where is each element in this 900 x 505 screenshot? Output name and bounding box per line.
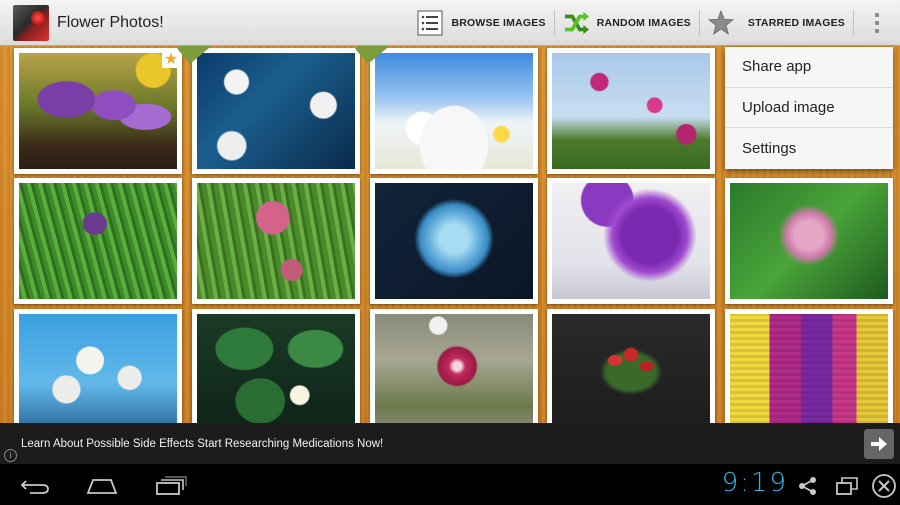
close-icon[interactable]	[871, 473, 897, 503]
clock[interactable]: 9:19	[722, 468, 788, 498]
list-icon	[417, 10, 443, 36]
shuffle-icon	[563, 10, 589, 36]
menu-item-settings[interactable]: Settings	[725, 128, 893, 169]
photo-image	[375, 183, 533, 299]
photo-thumbnail-clover-bloom[interactable]	[725, 178, 893, 304]
menu-item-upload-image[interactable]: Upload image	[725, 88, 893, 128]
photo-image	[375, 314, 533, 423]
starred-images-button[interactable]: STARRED IMAGES	[700, 0, 853, 46]
home-icon[interactable]	[86, 477, 118, 499]
browse-images-button[interactable]: BROWSE IMAGES	[409, 0, 553, 46]
overflow-menu: Share app Upload image Settings	[725, 47, 893, 169]
random-images-label: RANDOM IMAGES	[596, 17, 691, 29]
overflow-dot	[875, 13, 879, 17]
action-bar: Flower Photos! BROWSE IMAGES RANDOM IMAG…	[0, 0, 900, 46]
photo-image	[197, 314, 355, 423]
photo-thumbnail-pink-clover-field[interactable]	[192, 178, 360, 304]
share-icon[interactable]	[798, 476, 818, 500]
action-buttons: BROWSE IMAGES RANDOM IMAGES STARRED IMAG…	[409, 0, 900, 46]
menu-item-share-app[interactable]: Share app	[725, 47, 893, 88]
overflow-dot	[875, 21, 879, 25]
photo-thumbnail-purple-wildflower[interactable]	[14, 178, 182, 304]
random-images-button[interactable]: RANDOM IMAGES	[555, 0, 699, 46]
info-icon[interactable]: i	[4, 449, 17, 462]
photo-image	[19, 53, 177, 169]
photo-thumbnail-dahlia[interactable]	[370, 309, 538, 423]
app-title: Flower Photos!	[57, 13, 164, 31]
ad-text[interactable]: Learn About Possible Side Effects Start …	[21, 438, 383, 450]
overflow-menu-button[interactable]	[854, 0, 900, 46]
back-icon[interactable]	[20, 478, 50, 498]
windows-icon[interactable]	[835, 476, 859, 500]
ad-banner[interactable]: Learn About Possible Side Effects Start …	[0, 423, 900, 464]
arrow-right-icon[interactable]	[864, 429, 894, 459]
app-logo[interactable]	[13, 4, 49, 41]
photo-image	[552, 53, 710, 169]
photo-thumbnail-gladiolus[interactable]	[547, 48, 715, 174]
photo-image	[197, 183, 355, 299]
photo-image	[552, 183, 710, 299]
photo-image	[375, 53, 533, 169]
photo-image	[19, 183, 177, 299]
photo-thumbnail-daisy-blue[interactable]	[177, 46, 360, 174]
star-icon	[707, 9, 734, 36]
photo-image	[197, 53, 355, 169]
photo-image	[730, 314, 888, 423]
system-nav-bar: 9:19	[0, 464, 900, 505]
photo-image	[19, 314, 177, 423]
photo-thumbnail-blue-rose[interactable]	[370, 178, 538, 304]
starred-images-label: STARRED IMAGES	[747, 17, 845, 29]
overflow-dot	[875, 29, 879, 33]
photo-thumbnail-crocus[interactable]: ★	[14, 48, 182, 174]
photo-thumbnail-daisies-sky[interactable]	[355, 46, 538, 174]
browse-images-label: BROWSE IMAGES	[451, 17, 546, 29]
photo-thumbnail-lily-pads[interactable]	[192, 309, 360, 423]
photo-thumbnail-apple-blossom[interactable]	[14, 309, 182, 423]
photo-thumbnail-bouquet[interactable]	[547, 309, 715, 423]
photo-thumbnail-tulip-field[interactable]	[725, 309, 893, 423]
photo-thumbnail-pansy[interactable]	[547, 178, 715, 304]
photo-image	[730, 183, 888, 299]
recent-apps-icon[interactable]	[155, 476, 187, 500]
starred-icon[interactable]: ★	[162, 50, 180, 68]
photo-image	[552, 314, 710, 423]
